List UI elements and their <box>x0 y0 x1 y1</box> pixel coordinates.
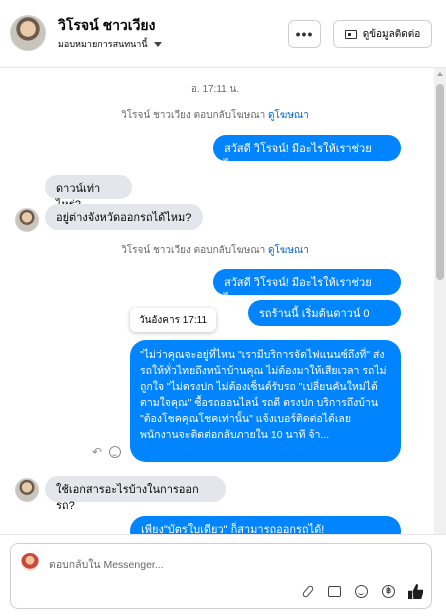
view-contact-label: ดูข้อมูลติดต่อ <box>362 28 421 40</box>
reply-icon[interactable]: ↶ <box>92 446 104 458</box>
incoming-message[interactable]: ใช้เอกสารอะไรบ้างในการออกรถ? <box>45 476 226 512</box>
composer-toolbar: ฿ <box>300 584 423 599</box>
ad-reply-text: วิโรจน์ ชาวเวียง ตอบกลับโฆษณา <box>121 245 266 256</box>
contact-avatar[interactable] <box>10 15 46 51</box>
page-avatar <box>21 553 39 571</box>
composer: ตอบกลับใน Messenger... ฿ <box>0 534 446 616</box>
thumbs-up-icon <box>408 584 423 599</box>
reply-placeholder: ตอบกลับใน Messenger... <box>49 559 164 571</box>
incoming-message[interactable]: ดาวน์เท่าไหร่? <box>45 175 132 211</box>
paperclip-icon <box>301 584 314 599</box>
outgoing-message[interactable]: "ไม่ว่าคุณจะอยู่ที่ไหน "เรามีบริการจัดไฟ… <box>130 340 401 462</box>
scrollbar-thumb[interactable] <box>436 84 444 280</box>
ad-reply-text: วิโรจน์ ชาวเวียง ตอบกลับโฆษณา <box>121 110 266 121</box>
chevron-down-icon <box>153 41 162 47</box>
assign-conversation-dropdown[interactable]: มอบหมายการสนทนานี้ <box>58 37 162 51</box>
contact-card-icon <box>344 29 357 39</box>
outgoing-message[interactable]: เพียง"บัตรใบเดียว" ก็สามารถออกรถได้! <box>130 516 401 534</box>
thread-timestamp: อ. 17:11 น. <box>190 84 240 95</box>
attach-button[interactable] <box>300 584 315 599</box>
view-ad-link[interactable]: ดูโฆษณา <box>268 245 309 256</box>
reply-input[interactable]: ตอบกลับใน Messenger... ฿ <box>10 543 432 609</box>
outgoing-message[interactable]: รถร้านนี้ เริ่มต้นดาวน์ 0 บาท <box>248 300 401 336</box>
conversation-header: วิโรจน์ ชาวเวียง มอบหมายการสนทนานี้ ••• … <box>0 0 446 68</box>
view-ad-link[interactable]: ดูโฆษณา <box>268 110 309 121</box>
view-contact-button[interactable]: ดูข้อมูลติดต่อ <box>333 20 432 48</box>
ad-reply-notice: วิโรจน์ ชาวเวียง ตอบกลับโฆษณา ดูโฆษณา <box>0 108 430 123</box>
more-options-button[interactable]: ••• <box>288 20 321 48</box>
like-button[interactable] <box>408 584 423 599</box>
sender-avatar <box>15 478 39 502</box>
incoming-message[interactable]: อยู่ต่างจังหวัดออกรถได้ไหม? <box>45 204 203 230</box>
chat-bubble-icon <box>328 586 341 597</box>
saved-replies-button[interactable] <box>327 584 342 599</box>
thread-scrollbar[interactable] <box>434 68 446 534</box>
smiley-icon <box>355 585 368 598</box>
contact-name[interactable]: วิโรจน์ ชาวเวียง <box>58 15 155 37</box>
outgoing-message[interactable]: สวัสดี วิโรจน์! มีอะไรให้เราช่วยไหม <box>213 135 401 171</box>
outgoing-message[interactable]: สวัสดี วิโรจน์! มีอะไรให้เราช่วยไหม <box>213 269 401 305</box>
sender-avatar <box>15 208 39 232</box>
react-emoji-icon[interactable] <box>109 446 121 458</box>
ad-reply-notice: วิโรจน์ ชาวเวียง ตอบกลับโฆษณา ดูโฆษณา <box>0 243 430 258</box>
baht-coin-icon: ฿ <box>382 585 395 598</box>
message-time-tooltip: วันอังคาร 17:11 <box>130 308 216 332</box>
message-thread[interactable]: อ. 17:11 น. วิโรจน์ ชาวเวียง ตอบกลับโฆษณ… <box>0 68 446 534</box>
emoji-button[interactable] <box>354 584 369 599</box>
scroll-up-icon[interactable] <box>437 72 443 76</box>
assign-label: มอบหมายการสนทนานี้ <box>58 39 148 49</box>
payment-button[interactable]: ฿ <box>381 584 396 599</box>
